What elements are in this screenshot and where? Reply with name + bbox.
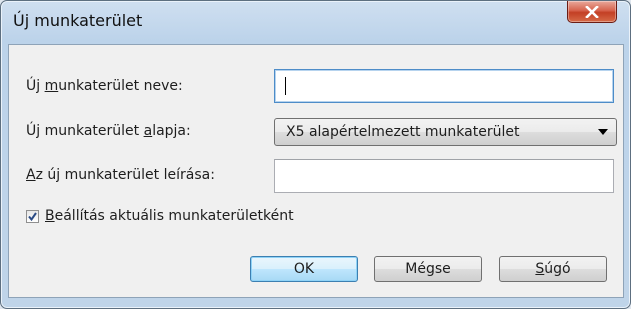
text-caret (285, 77, 286, 95)
set-current-label: Beállítás aktuális munkaterületként (45, 208, 294, 224)
base-select[interactable]: X5 alapértelmezett munkaterület (274, 118, 617, 146)
set-current-checkbox[interactable] (26, 209, 39, 223)
close-icon (585, 5, 599, 18)
cancel-button[interactable]: Mégse (374, 256, 482, 282)
help-button[interactable]: Súgó (499, 256, 607, 282)
ok-button[interactable]: OK (250, 256, 358, 282)
dialog-title: Új munkaterület (13, 11, 143, 30)
checkmark-icon (28, 211, 37, 221)
close-button[interactable] (567, 1, 617, 23)
name-input[interactable] (274, 69, 614, 103)
base-label: Új munkaterület alapja: (26, 123, 191, 139)
dialog-body: Új munkaterület neve: Új munkaterület al… (8, 44, 624, 298)
dialog-window: Új munkaterület Új munkaterület neve: Új… (0, 0, 631, 309)
base-select-value: X5 alapértelmezett munkaterület (286, 124, 520, 140)
name-label: Új munkaterület neve: (26, 78, 183, 94)
set-current-option[interactable]: Beállítás aktuális munkaterületként (26, 208, 294, 224)
chevron-down-icon (598, 129, 608, 135)
description-input[interactable] (274, 159, 614, 193)
description-label: Az új munkaterület leírása: (26, 167, 215, 183)
